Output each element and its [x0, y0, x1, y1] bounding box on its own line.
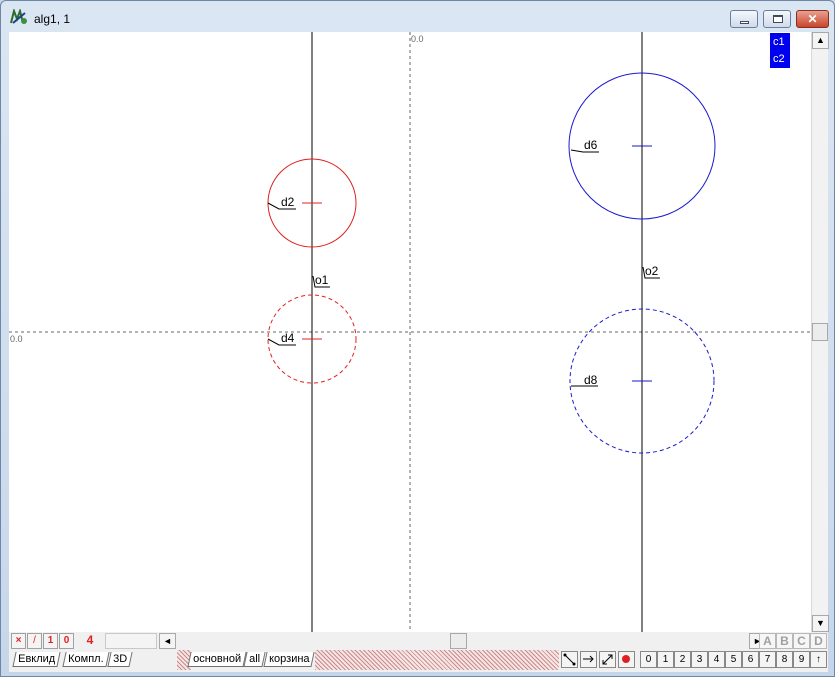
close-button[interactable]: ✕ [796, 10, 829, 28]
tab-3d[interactable]: 3D [107, 652, 133, 667]
count-indicator: 4 [86, 633, 94, 647]
snap-icon [563, 653, 576, 666]
arrow-right-icon [583, 655, 594, 663]
horizontal-scroll-thumb[interactable] [450, 633, 467, 649]
one-button[interactable]: 1 [43, 633, 58, 649]
minimize-button[interactable] [730, 10, 758, 28]
zero-button[interactable]: 0 [59, 633, 74, 649]
number-1-button[interactable]: 1 [657, 651, 674, 668]
maximize-button[interactable] [763, 10, 791, 28]
resize-tool-button[interactable] [599, 651, 616, 668]
status-field [105, 633, 157, 649]
tab-label: all [249, 653, 261, 665]
number-9-button[interactable]: 9 [793, 651, 810, 668]
scroll-down-button[interactable]: ▼ [812, 615, 829, 632]
letter-c-button[interactable]: C [793, 633, 810, 649]
label-origin-left: 0.0 [10, 334, 23, 344]
tab-label: Компл. [68, 653, 104, 665]
drawing-svg[interactable]: 0.0 0.0 d2 d4 d6 d8 o1 o2 c1 c2 [9, 32, 811, 632]
horizontal-scrollbar[interactable]: ◄ ► [159, 632, 766, 650]
drawing-canvas[interactable]: 0.0 0.0 d2 d4 d6 d8 o1 o2 c1 c2 [9, 32, 811, 632]
tab-label: Евклид [18, 653, 56, 665]
label-d6[interactable]: d6 [584, 138, 598, 152]
letter-a-button[interactable]: A [759, 633, 776, 649]
snap-tool-button[interactable] [561, 651, 578, 668]
tab-label: основной [193, 653, 242, 665]
up-arrow-button[interactable]: ↑ [810, 651, 827, 668]
window-title: alg1, 1 [34, 12, 71, 26]
tab-label: 3D [113, 653, 128, 665]
hatch-area [315, 650, 559, 670]
number-5-button[interactable]: 5 [725, 651, 742, 668]
tab-euclid[interactable]: Евклид [12, 652, 61, 667]
bottom-toolbar: × / 1 0 4 ◄ ► A B C D [9, 632, 828, 650]
red-dot-icon [622, 655, 630, 663]
tab-trash-layer[interactable]: корзина [263, 652, 316, 667]
number-7-button[interactable]: 7 [759, 651, 776, 668]
tab-main-layer[interactable]: основной [187, 652, 247, 667]
letter-b-button[interactable]: B [776, 633, 793, 649]
tab-all-layer[interactable]: all [243, 652, 266, 667]
number-0-button[interactable]: 0 [640, 651, 657, 668]
scroll-up-button[interactable]: ▲ [812, 32, 829, 49]
legend-c1[interactable]: c1 [773, 36, 785, 48]
record-button[interactable] [618, 651, 635, 668]
label-o1[interactable]: o1 [315, 273, 329, 287]
tab-complex[interactable]: Компл. [62, 652, 110, 667]
letter-d-button[interactable]: D [810, 633, 827, 649]
minimize-icon [740, 21, 749, 24]
app-window: alg1, 1 ✕ 0.0 0.0 d2 d4 d6 d8 o1 o2 c1 c… [0, 0, 835, 677]
label-d2[interactable]: d2 [281, 195, 295, 209]
vertical-scroll-thumb[interactable] [812, 323, 828, 341]
label-d8[interactable]: d8 [584, 373, 598, 387]
diagonal-arrow-icon [602, 654, 613, 665]
legend-c2[interactable]: c2 [773, 53, 785, 65]
close-icon: ✕ [807, 12, 818, 26]
app-icon [10, 9, 27, 24]
line-tool-button[interactable]: / [27, 633, 42, 649]
vertical-scrollbar[interactable]: ▲ ▼ [811, 32, 829, 632]
label-o2[interactable]: o2 [645, 264, 659, 278]
tab-bar: Евклид Компл. 3D основной all корзина 0 … [9, 650, 828, 672]
scroll-left-button[interactable]: ◄ [159, 633, 176, 649]
title-bar[interactable]: alg1, 1 ✕ [1, 1, 834, 31]
number-6-button[interactable]: 6 [742, 651, 759, 668]
number-3-button[interactable]: 3 [691, 651, 708, 668]
arrow-tool-button[interactable] [580, 651, 597, 668]
delete-tool-button[interactable]: × [11, 633, 26, 649]
maximize-icon [773, 15, 783, 23]
label-origin-top: 0.0 [411, 34, 424, 44]
tab-label: корзина [269, 653, 310, 665]
number-4-button[interactable]: 4 [708, 651, 725, 668]
number-8-button[interactable]: 8 [776, 651, 793, 668]
label-d4[interactable]: d4 [281, 331, 295, 345]
number-2-button[interactable]: 2 [674, 651, 691, 668]
